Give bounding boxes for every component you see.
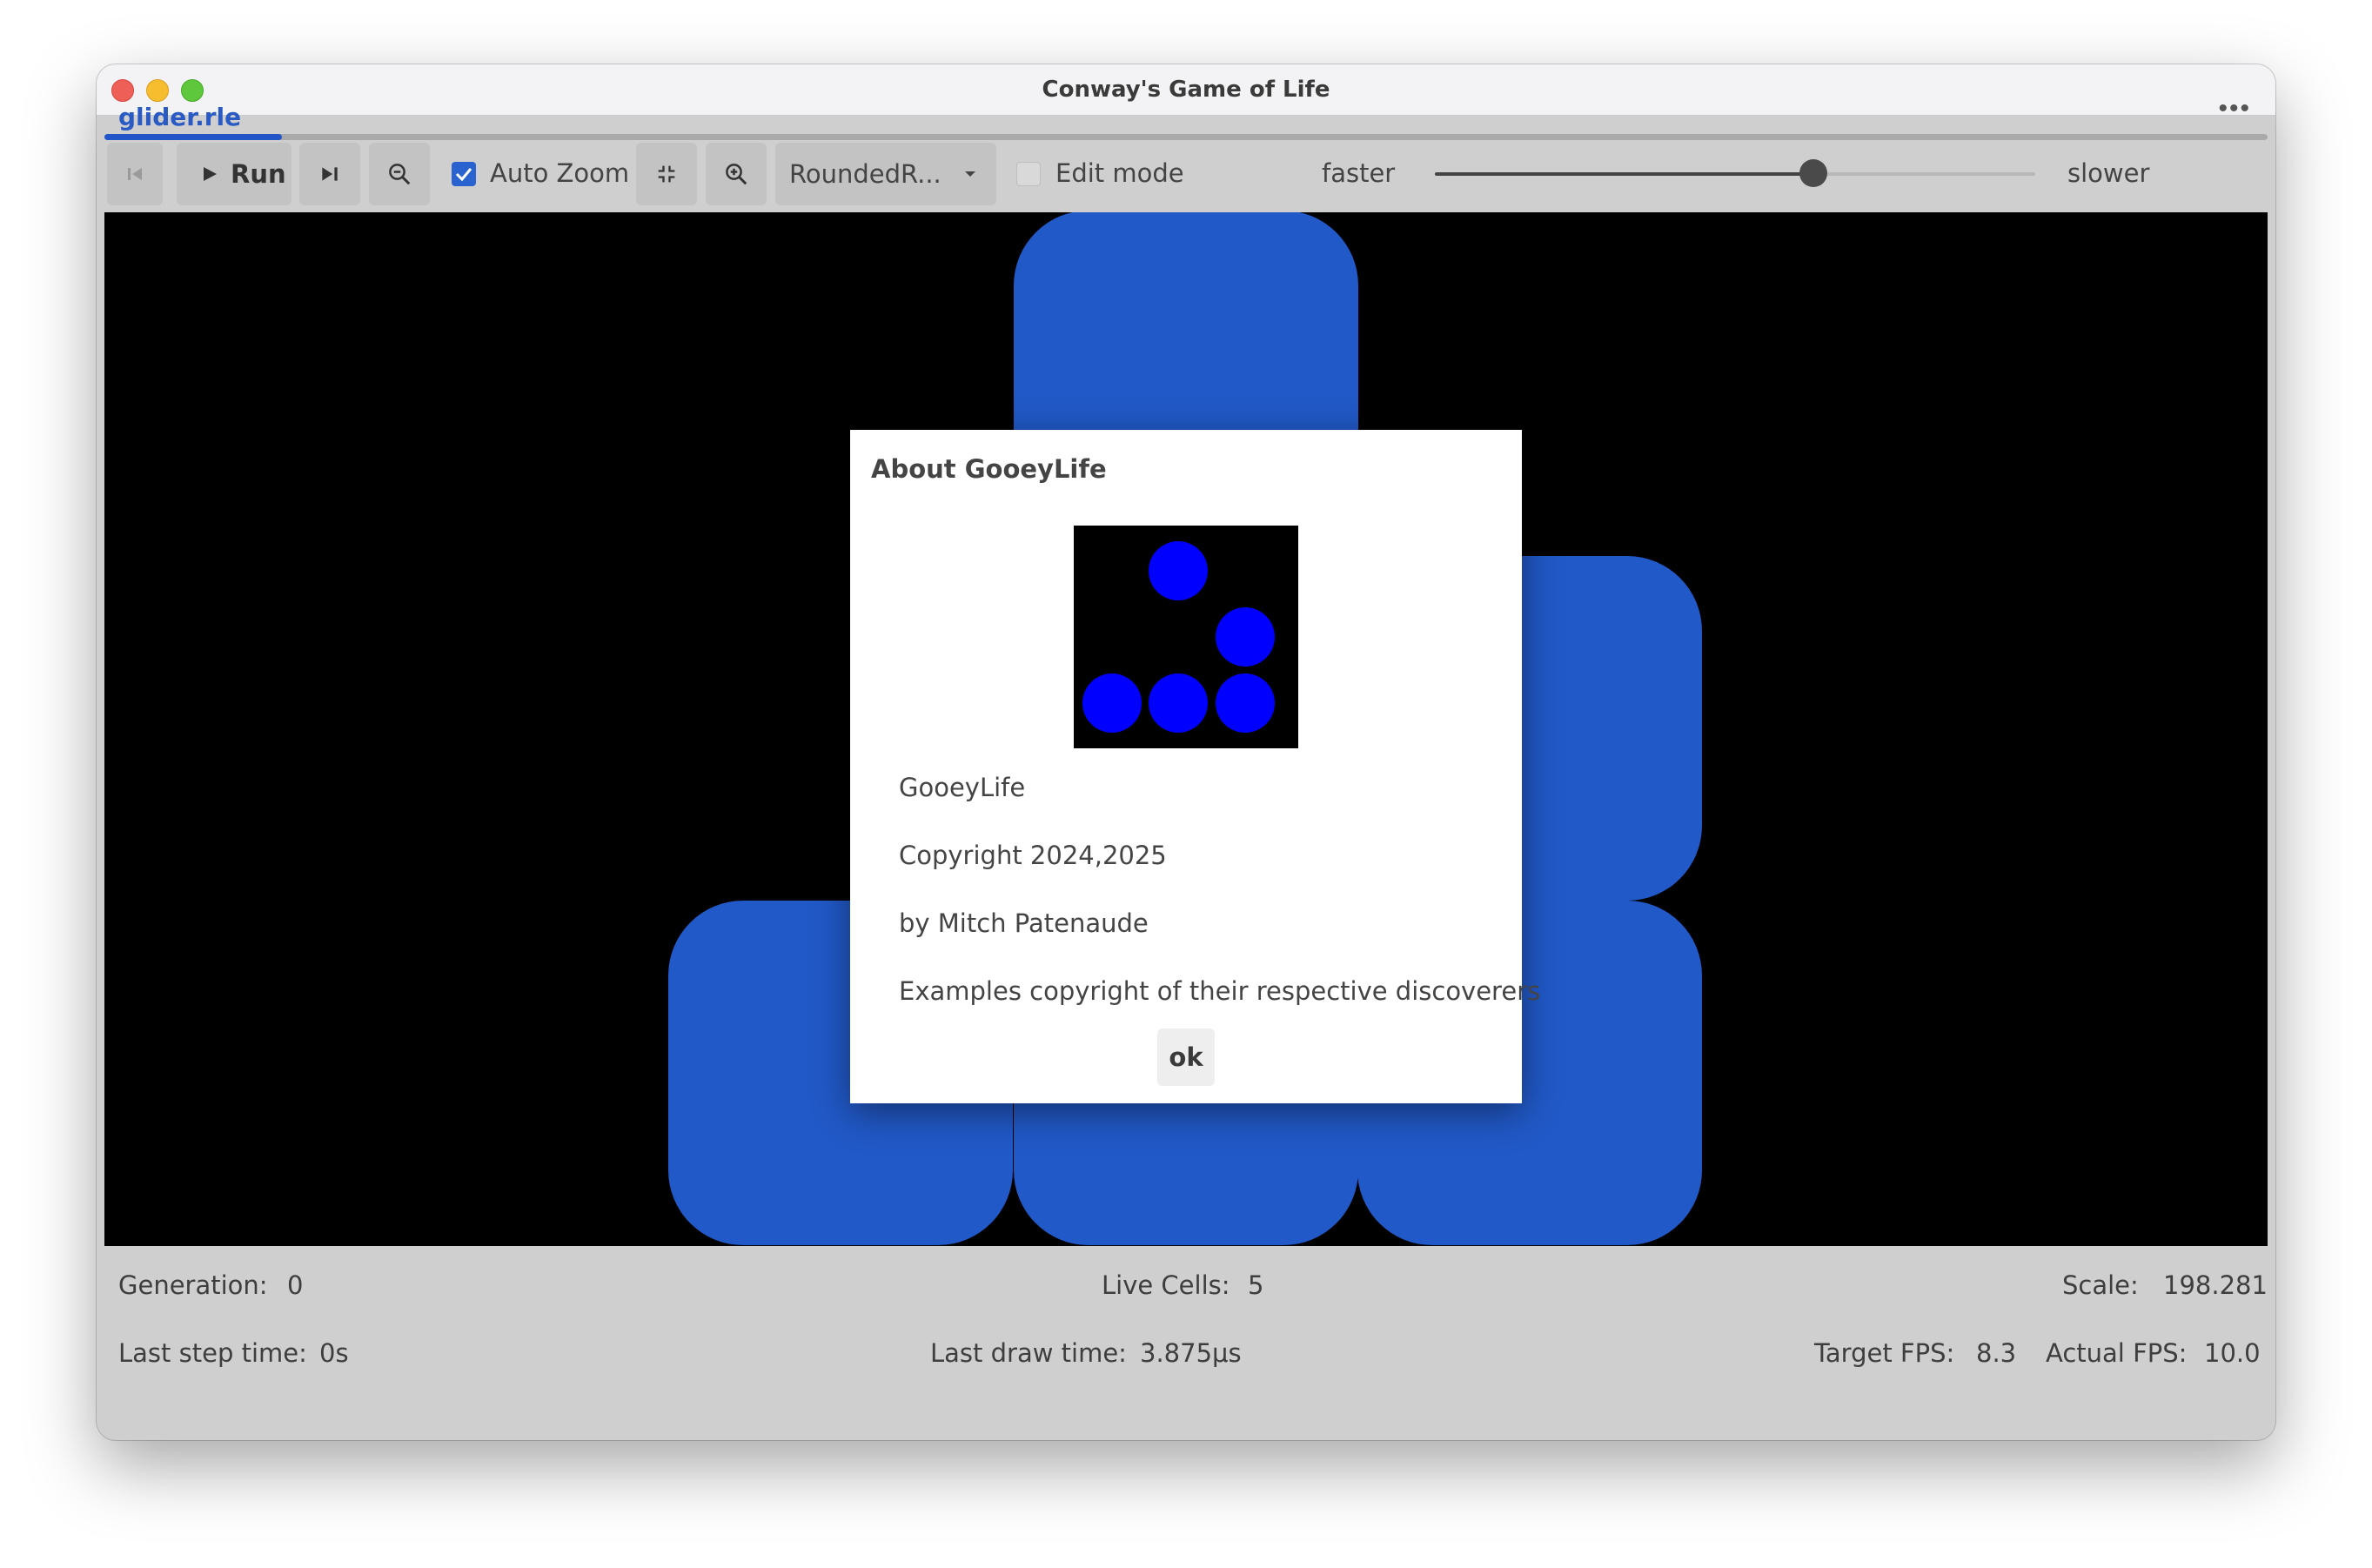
last-draw-value: 3.875μs [1140,1338,1242,1368]
scale-value: 198.281 [2163,1270,2268,1300]
live-cells-label: Live Cells: [1102,1270,1230,1300]
edit-mode-checkbox[interactable] [1016,162,1041,186]
dialog-title: About GooeyLife [871,454,1107,484]
tab-glider[interactable]: glider.rle [118,103,241,131]
logo-cell [1216,673,1275,733]
checkmark-icon [455,168,472,182]
run-button-label: Run [231,159,286,189]
more-horizontal-icon: ••• [2218,94,2251,123]
more-options-button[interactable]: ••• [2218,96,2251,122]
app-logo [1074,526,1298,748]
dialog-copyright: Copyright 2024,2025 [899,841,1167,870]
logo-cell [1149,673,1208,733]
edit-mode-label: Edit mode [1055,158,1184,188]
renderer-select[interactable]: RoundedR... [775,143,996,205]
slider-track-rest [1813,172,2035,176]
toolbar: Run Auto Zoom RoundedR... Edit mode fast… [97,143,2275,212]
auto-zoom-checkbox[interactable] [452,162,476,186]
generation-value: 0 [287,1270,304,1300]
skip-to-start-icon [128,168,142,180]
dialog-examples: Examples copyright of their respective d… [899,976,1541,1006]
last-draw-label: Last draw time: [930,1338,1127,1368]
zoom-in-button[interactable] [706,143,767,205]
zoom-out-button[interactable] [369,143,430,205]
logo-cell [1149,541,1208,600]
actual-fps-label: Actual FPS: [2046,1338,2188,1368]
fit-to-view-button[interactable] [636,143,697,205]
play-icon [204,167,217,181]
zoom-out-icon [389,164,411,185]
dialog-author: by Mitch Patenaude [899,908,1149,938]
target-fps-value: 8.3 [1976,1338,2017,1368]
run-button[interactable]: Run [177,143,291,205]
ok-button[interactable]: ok [1157,1029,1215,1086]
target-fps-label: Target FPS: [1814,1338,1955,1368]
about-dialog: About GooeyLife GooeyLife Copyright 2024… [850,430,1540,1103]
logo-cell [1216,607,1275,667]
speed-slider[interactable] [1435,143,2035,205]
renderer-select-value: RoundedR... [789,159,941,189]
slider-knob[interactable] [1799,159,1827,187]
scale-label: Scale: [2062,1270,2139,1300]
skip-forward-icon [322,167,338,181]
last-step-label: Last step time: [118,1338,307,1368]
tab-bar-track [104,134,2268,140]
auto-zoom-label: Auto Zoom [490,158,630,188]
slider-track-filled [1435,172,1813,176]
generation-label: Generation: [118,1270,268,1300]
title-bar: Conway's Game of Life [97,64,2275,116]
slower-label: slower [2067,158,2150,188]
collapse-icon [658,165,675,183]
dialog-app-name: GooeyLife [899,773,1026,802]
restart-button[interactable] [107,143,163,205]
last-step-value: 0s [319,1338,349,1368]
chevron-down-icon [965,171,975,177]
faster-label: faster [1322,158,1396,188]
actual-fps-value: 10.0 [2204,1338,2261,1368]
window-title: Conway's Game of Life [1042,77,1330,103]
step-button[interactable] [299,143,360,205]
zoom-in-icon [726,164,747,185]
status-bar: Generation: 0 Live Cells: 5 Scale: 198.2… [97,1246,2275,1390]
live-cells-value: 5 [1248,1270,1264,1300]
tab-active-indicator [104,134,282,140]
logo-cell [1082,673,1142,733]
